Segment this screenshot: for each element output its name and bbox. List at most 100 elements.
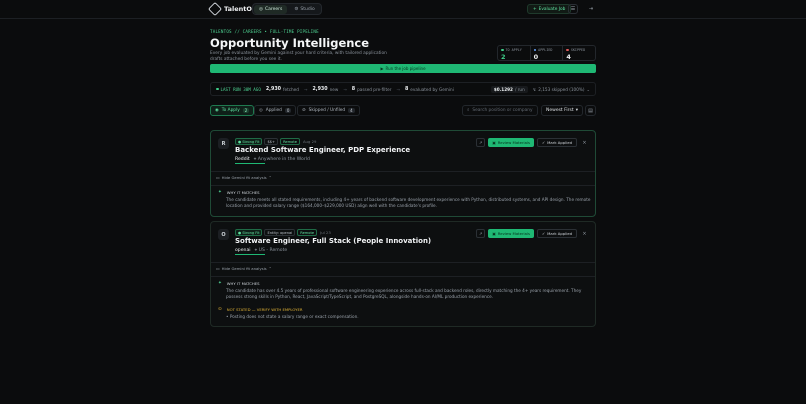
evaluate-job-button[interactable]: + Evaluate Job (527, 4, 572, 14)
cost-badge: $0.1292 / run (490, 85, 528, 93)
tab-label: To Apply (221, 108, 240, 113)
stat-skipped[interactable]: SKIPPED 4 (563, 46, 595, 61)
job-title[interactable]: Software Engineer, Full Stack (People In… (235, 237, 431, 245)
tab-count: 2 (242, 108, 250, 113)
divider (211, 171, 595, 172)
toggle-label: Hide Gemini fit analysis (221, 266, 267, 271)
page-subtitle: Every job evaluated by Gemini against yo… (210, 51, 387, 62)
stat-label: TO APPLY (505, 48, 522, 52)
mark-label: Mark Applied (547, 231, 572, 236)
external-link-icon: ↗ (479, 231, 483, 236)
not-stated-heading: ⊙ NOT STATED — VERIFY WITH EMPLOYER (218, 307, 303, 312)
page-eyebrow: TALENTOS // CAREERS • FULL-TIME PIPELINE (210, 29, 319, 34)
tab-skipped[interactable]: ⊘ Skipped / Unfiled 4 (297, 105, 360, 116)
filter-count: 8 (351, 86, 356, 92)
last-run: LAST RUN 30M AGO (216, 87, 261, 92)
last-run-text: LAST RUN 30M AGO (220, 86, 261, 92)
stat-to-apply[interactable]: TO APPLY 2 (498, 46, 531, 61)
cost-value: $0.1292 (493, 86, 513, 92)
run-pipeline-button[interactable]: ▶ Run the job pipeline (210, 64, 596, 73)
nav-studio[interactable]: ⚙ Studio (289, 5, 319, 14)
main-nav: ◎ Careers ⚙ Studio (252, 3, 322, 15)
dismiss-button[interactable]: × (580, 138, 589, 147)
page-title: Opportunity Intelligence (210, 36, 370, 50)
pin-icon: ⌖ (253, 157, 257, 162)
mark-label: Mark Applied (547, 140, 572, 145)
analysis-toggle[interactable]: ▭ Hide Gemini fit analysis ⌃ (216, 175, 272, 180)
not-stated-text: • Posting does not state a salary range … (226, 314, 359, 319)
review-materials-button[interactable]: ▣ Review Materials (488, 229, 534, 238)
doc-icon: ▣ (492, 140, 496, 145)
pin-icon: ⌖ (254, 248, 258, 253)
job-title[interactable]: Backend Software Engineer, PDP Experienc… (235, 146, 410, 154)
why-text: The candidate meets all stated requireme… (226, 197, 591, 209)
active-indicator (235, 254, 265, 255)
grid-menu-button[interactable]: ☰ (568, 4, 578, 14)
why-text: The candidate has over 4.5 years of prof… (226, 288, 582, 300)
pipeline-status: LAST RUN 30M AGO 2,930 fetched → 2,930 new… (210, 82, 596, 96)
external-link-icon: ↗ (479, 140, 483, 145)
fit-badge: ● Strong Fit (235, 229, 263, 236)
skipped-summary-text: 2,153 skipped (100%) (538, 86, 585, 92)
tab-to-apply[interactable]: ◉ To Apply 2 (210, 105, 255, 116)
target-icon: ◉ (215, 108, 219, 113)
location: ⌖ Anywhere in the World (253, 157, 310, 162)
search-placeholder: Search position or company (472, 108, 533, 113)
plus-icon: + (533, 6, 537, 12)
view-toggle-button[interactable]: ▤ (585, 105, 596, 116)
stat-applied[interactable]: APPLIED 0 (531, 46, 564, 61)
evaluate-job-label: Evaluate Job (538, 6, 566, 12)
job-actions: ↗ ▣ Review Materials ✓ Mark Applied × (476, 138, 589, 147)
check-icon: ✓ (541, 231, 546, 236)
live-dot-icon (216, 87, 219, 91)
search-input[interactable]: ⌕ Search position or company (462, 105, 538, 116)
chevron-up-icon: ⌃ (268, 175, 272, 180)
logout-button[interactable]: ⇥ (586, 4, 596, 14)
job-card[interactable]: O ● Strong Fit Entity: openai Remote Jul… (210, 221, 596, 327)
compass-icon: ◎ (259, 7, 263, 12)
review-materials-button[interactable]: ▣ Review Materials (488, 138, 534, 147)
active-indicator (235, 163, 265, 164)
job-card[interactable]: R ● Strong Fit $$+ Remote Aug 29 Backend… (210, 130, 596, 217)
divider (211, 262, 595, 263)
nav-careers[interactable]: ◎ Careers (254, 5, 288, 14)
job-tags: ● Strong Fit Entity: openai Remote Jul 2… (235, 229, 331, 236)
cost-unit: / run (514, 86, 525, 92)
posted-date: Aug 29 (302, 139, 317, 144)
mark-applied-button[interactable]: ✓ Mark Applied (536, 138, 577, 147)
doc-icon: ▣ (492, 231, 496, 236)
new-count: 2,930 (312, 86, 328, 92)
pipe-filter: 8 passed pre-filter (352, 87, 392, 92)
open-external-button[interactable]: ↗ (476, 138, 486, 147)
chevron-down-icon: ⌄ (586, 86, 590, 92)
location: ⌖ US - Remote (254, 248, 288, 253)
mark-applied-button[interactable]: ✓ Mark Applied (536, 229, 577, 238)
open-external-button[interactable]: ↗ (476, 229, 486, 238)
top-bar: TalentOS ◎ Careers ⚙ Studio + Evaluate J… (0, 0, 806, 19)
remote-badge: Remote (280, 138, 300, 145)
check-icon: ✓ (541, 140, 546, 145)
review-label: Review Materials (497, 140, 530, 145)
stat-value: 0 (533, 52, 539, 61)
tab-label: Skipped / Unfiled (308, 108, 346, 113)
tab-count: 4 (348, 108, 355, 113)
chevron-down-icon: ▾ (575, 108, 578, 113)
company-row: openai ⌖ US - Remote (235, 247, 288, 254)
brand[interactable]: TalentOS (207, 1, 257, 17)
skipped-summary[interactable]: ↯ 2,153 skipped (100%) ⌄ (533, 87, 590, 92)
nav-studio-label: Studio (300, 7, 315, 12)
nav-careers-label: Careers (264, 7, 283, 12)
dismiss-button[interactable]: × (580, 229, 589, 238)
tab-applied[interactable]: ◎ Applied 0 (254, 105, 297, 116)
why-heading: ✦ WHY IT MATCHES (218, 190, 260, 195)
sort-value: Newest First (546, 108, 574, 113)
analysis-toggle[interactable]: ▭ Hide Gemini fit analysis ⌃ (216, 266, 272, 271)
sort-select[interactable]: Newest First ▾ (541, 105, 583, 116)
entity-badge: Entity: openai (264, 229, 296, 236)
eval-count: 8 (404, 86, 409, 92)
review-label: Review Materials (497, 231, 530, 236)
grid-icon: ☰ (570, 6, 576, 12)
toggle-label: Hide Gemini fit analysis (221, 175, 267, 180)
stats-panel: TO APPLY 2 APPLIED 0 SKIPPED 4 (497, 45, 596, 61)
company-row: Reddit ⌖ Anywhere in the World (235, 156, 310, 163)
